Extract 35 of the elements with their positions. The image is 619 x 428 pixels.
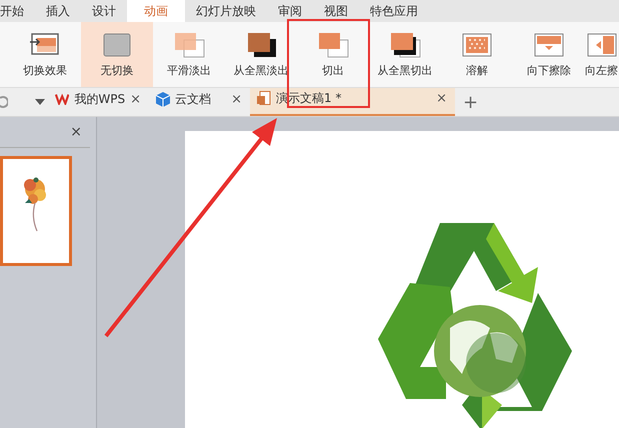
menu-tab[interactable]: 插入 xyxy=(35,0,81,22)
transition-icon xyxy=(388,31,422,59)
transition-button[interactable]: 向左擦 xyxy=(585,22,619,87)
menu-tab[interactable]: 视图 xyxy=(313,0,359,22)
document-tab[interactable]: 演示文稿1 * × xyxy=(250,88,455,116)
close-tab-button[interactable]: × xyxy=(130,92,141,106)
transition-icon xyxy=(460,31,494,59)
slide-thumbnail[interactable] xyxy=(0,156,72,266)
cube-icon xyxy=(156,92,170,106)
transition-button[interactable]: 无切换 xyxy=(81,22,153,87)
close-tab-button[interactable]: × xyxy=(436,90,447,106)
document-tab[interactable]: 云文档 × xyxy=(149,88,250,116)
document-tab[interactable]: 我的WPS × xyxy=(48,88,149,116)
w-logo-icon xyxy=(55,93,70,105)
transition-button[interactable]: 向下擦除 xyxy=(513,22,585,87)
menu-tab[interactable]: 动画 xyxy=(127,0,185,22)
transition-icon xyxy=(532,31,566,59)
close-tab-button[interactable]: × xyxy=(231,92,242,106)
transition-button[interactable]: 切出 xyxy=(297,22,369,87)
menu-tab[interactable]: 特色应用 xyxy=(359,0,429,22)
transition-button[interactable]: 平滑淡出 xyxy=(153,22,225,87)
transition-button[interactable]: 溶解 xyxy=(441,22,513,87)
menu-tab[interactable]: 审阅 xyxy=(267,0,313,22)
dropdown-caret-icon[interactable] xyxy=(35,99,45,105)
transition-icon xyxy=(172,31,206,59)
transition-icon xyxy=(316,31,350,59)
presentation-file-icon xyxy=(257,90,271,106)
menu-tab[interactable]: 幻灯片放映 xyxy=(185,0,267,22)
menu-tab[interactable]: 开始 xyxy=(0,0,35,22)
menu-tab[interactable]: 设计 xyxy=(81,0,127,22)
new-tab-button[interactable]: + xyxy=(463,92,478,112)
transition-button[interactable]: 切换效果 xyxy=(9,22,81,87)
close-panel-button[interactable]: × xyxy=(70,124,82,140)
transition-button[interactable]: 从全黑切出 xyxy=(369,22,441,87)
transition-button[interactable]: 从全黑淡出 xyxy=(225,22,297,87)
